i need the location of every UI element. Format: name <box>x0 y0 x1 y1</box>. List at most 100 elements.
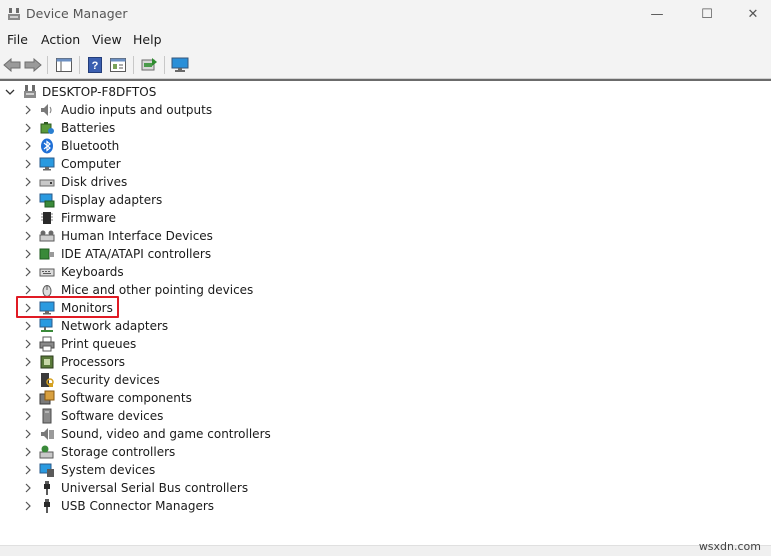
tree-item-label: Sound, video and game controllers <box>61 427 271 441</box>
tree-item-label: Keyboards <box>61 265 124 279</box>
chevron-right-icon[interactable] <box>22 266 34 278</box>
tree-item-label: Security devices <box>61 373 160 387</box>
tree-item-keyboards[interactable]: Keyboards <box>0 263 771 281</box>
tree-item-ide-ata-atapi-controllers[interactable]: IDE ATA/ATAPI controllers <box>0 245 771 263</box>
keyboard-icon <box>39 264 55 280</box>
tree-item-print-queues[interactable]: Print queues <box>0 335 771 353</box>
security-device-icon <box>39 372 55 388</box>
chevron-down-icon[interactable] <box>4 83 16 101</box>
chevron-right-icon[interactable] <box>22 230 34 242</box>
tree-item-batteries[interactable]: Batteries <box>0 119 771 137</box>
tree-root-node[interactable]: DESKTOP-F8DFTOS <box>0 83 771 101</box>
chevron-right-icon[interactable] <box>22 212 34 224</box>
computer-host-icon <box>22 84 38 100</box>
tree-item-display-adapters[interactable]: Display adapters <box>0 191 771 209</box>
menu-file[interactable]: File <box>7 32 28 47</box>
chevron-right-icon[interactable] <box>22 284 34 296</box>
title-bar: Device Manager — ☐ ✕ <box>0 0 771 28</box>
menu-action[interactable]: Action <box>41 32 80 47</box>
tree-item-firmware[interactable]: Firmware <box>0 209 771 227</box>
chevron-right-icon[interactable] <box>22 338 34 350</box>
usb-connector-icon <box>39 498 55 514</box>
chevron-right-icon[interactable] <box>22 446 34 458</box>
tree-item-label: Print queues <box>61 337 137 351</box>
tree-item-usb-connector-managers[interactable]: USB Connector Managers <box>0 497 771 515</box>
tree-item-storage-controllers[interactable]: Storage controllers <box>0 443 771 461</box>
root-label: DESKTOP-F8DFTOS <box>42 85 157 99</box>
chevron-right-icon[interactable] <box>22 500 34 512</box>
tree-item-label: Universal Serial Bus controllers <box>61 481 249 495</box>
tree-item-network-adapters[interactable]: Network adapters <box>0 317 771 335</box>
chevron-right-icon[interactable] <box>22 176 34 188</box>
tree-item-label: Display adapters <box>61 193 163 207</box>
chevron-right-icon[interactable] <box>22 482 34 494</box>
battery-icon <box>39 120 55 136</box>
tree-item-system-devices[interactable]: System devices <box>0 461 771 479</box>
network-adapter-icon <box>39 318 55 334</box>
tree-item-security-devices[interactable]: Security devices <box>0 371 771 389</box>
software-component-icon <box>39 390 55 406</box>
tree-item-label: Audio inputs and outputs <box>61 103 213 117</box>
monitors-highlight-box <box>16 296 119 318</box>
watermark: wsxdn.com <box>698 540 761 553</box>
menu-bar: File Action View Help <box>0 28 771 52</box>
chevron-right-icon[interactable] <box>22 158 34 170</box>
chevron-right-icon[interactable] <box>22 320 34 332</box>
chevron-right-icon[interactable] <box>22 122 34 134</box>
tree-item-label: Software components <box>61 391 192 405</box>
tree-item-label: Bluetooth <box>61 139 120 153</box>
device-manager-app-icon <box>6 6 22 22</box>
chevron-right-icon[interactable] <box>22 356 34 368</box>
firmware-icon <box>39 210 55 226</box>
tree-item-audio-inputs-and-outputs[interactable]: Audio inputs and outputs <box>0 101 771 119</box>
tree-item-label: Computer <box>61 157 121 171</box>
storage-controller-icon <box>39 444 55 460</box>
disk-drive-icon <box>39 174 55 190</box>
properties-icon[interactable] <box>108 55 128 75</box>
menu-view[interactable]: View <box>92 32 122 47</box>
chevron-right-icon[interactable] <box>22 104 34 116</box>
update-driver-icon[interactable] <box>139 55 159 75</box>
display-adapter-icon <box>39 192 55 208</box>
chevron-right-icon[interactable] <box>22 410 34 422</box>
tree-item-universal-serial-bus-controllers[interactable]: Universal Serial Bus controllers <box>0 479 771 497</box>
tree-item-label: System devices <box>61 463 156 477</box>
hid-icon <box>39 228 55 244</box>
minimize-button[interactable]: — <box>634 0 680 28</box>
chevron-right-icon[interactable] <box>22 464 34 476</box>
software-device-icon <box>39 408 55 424</box>
help-icon[interactable]: ? <box>85 55 105 75</box>
menu-help[interactable]: Help <box>133 32 162 47</box>
tree-item-software-components[interactable]: Software components <box>0 389 771 407</box>
window-title: Device Manager <box>26 6 128 21</box>
chevron-right-icon[interactable] <box>22 248 34 260</box>
tree-item-label: Mice and other pointing devices <box>61 283 254 297</box>
tree-item-label: Storage controllers <box>61 445 176 459</box>
tree-item-software-devices[interactable]: Software devices <box>0 407 771 425</box>
printer-icon <box>39 336 55 352</box>
tree-item-label: Disk drives <box>61 175 128 189</box>
chevron-right-icon[interactable] <box>22 140 34 152</box>
tree-item-sound-video-and-game-controllers[interactable]: Sound, video and game controllers <box>0 425 771 443</box>
tree-item-bluetooth[interactable]: Bluetooth <box>0 137 771 155</box>
chevron-right-icon[interactable] <box>22 392 34 404</box>
close-button[interactable]: ✕ <box>730 0 771 28</box>
chevron-right-icon[interactable] <box>22 374 34 386</box>
forward-icon[interactable] <box>23 55 43 75</box>
toolbar: ? <box>0 52 771 79</box>
chevron-right-icon[interactable] <box>22 428 34 440</box>
tree-item-human-interface-devices[interactable]: Human Interface Devices <box>0 227 771 245</box>
computer-icon <box>39 156 55 172</box>
show-hide-console-tree-icon[interactable] <box>54 55 74 75</box>
chevron-right-icon[interactable] <box>22 194 34 206</box>
status-bar <box>0 545 771 556</box>
tree-item-computer[interactable]: Computer <box>0 155 771 173</box>
back-icon[interactable] <box>2 55 22 75</box>
speaker-icon <box>39 102 55 118</box>
scan-hardware-icon[interactable] <box>170 55 190 75</box>
tree-item-processors[interactable]: Processors <box>0 353 771 371</box>
tree-item-disk-drives[interactable]: Disk drives <box>0 173 771 191</box>
maximize-button[interactable]: ☐ <box>684 0 730 28</box>
usb-controller-icon <box>39 480 55 496</box>
tree-item-label: Batteries <box>61 121 116 135</box>
